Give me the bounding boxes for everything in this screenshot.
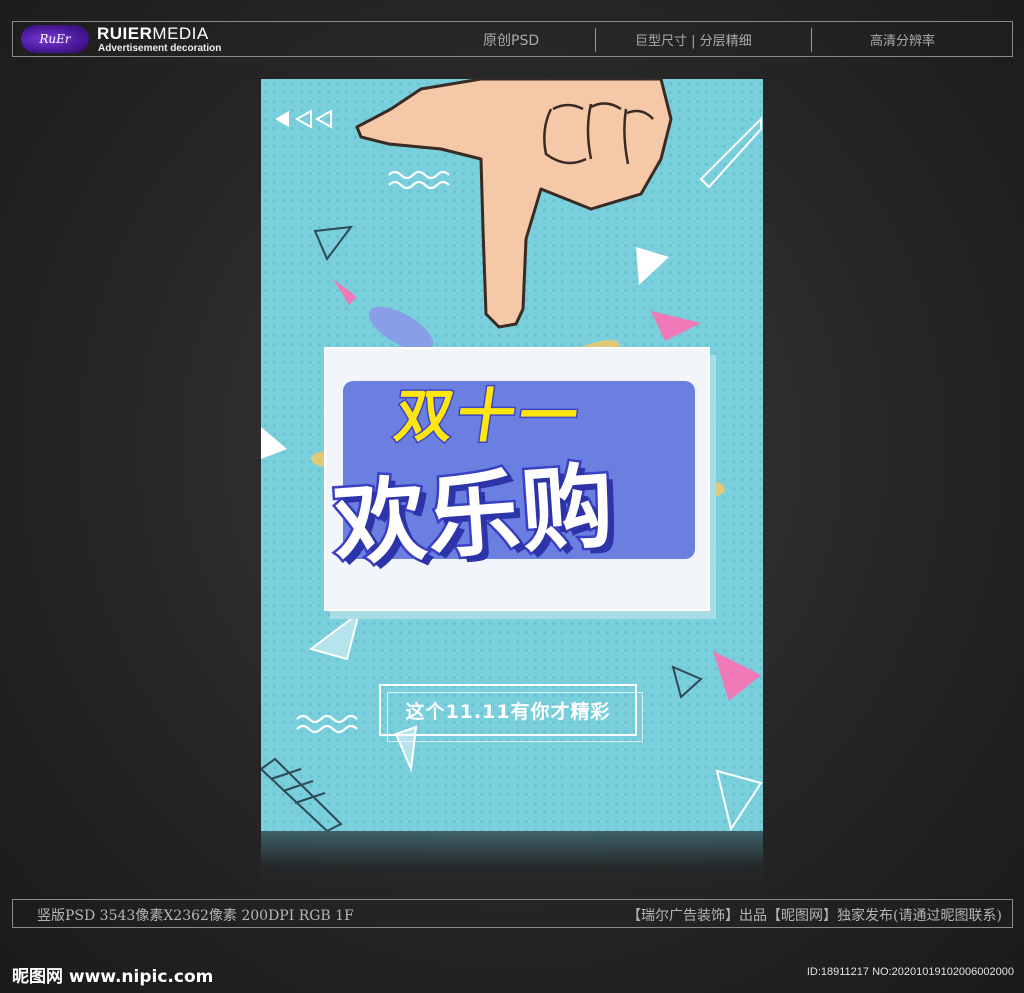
brand-subtitle: Advertisement decoration: [98, 43, 222, 54]
stripes-icon: [261, 757, 343, 831]
divider: [595, 28, 596, 52]
feature-size-layers: 巨型尺寸 | 分层精细: [635, 34, 752, 49]
feature-resolution: 高清分辨率: [870, 34, 936, 49]
pointing-hand-icon: [355, 79, 673, 329]
top-banner: RuEr RUIERMEDIA Advertisement decoration…: [12, 21, 1013, 57]
feature-original-psd: 原创PSD: [483, 33, 540, 49]
title-happy-shopping: 欢乐购: [328, 450, 622, 581]
site-watermark: 昵图网 www.nipic.com: [12, 967, 214, 987]
brand-name: RUIERMEDIA: [97, 24, 209, 44]
brand-logo: RuEr: [21, 25, 89, 53]
file-spec: 竖版PSD 3543像素X2362像素 200DPI RGB 1F: [37, 908, 354, 924]
slogan-box: 这个11.11有你才精彩: [379, 684, 643, 742]
brand-name-bold: RUIER: [97, 24, 153, 43]
slogan-text: 这个11.11有你才精彩: [405, 700, 611, 723]
poster: 双十一 欢乐购 这个11.11有你才精彩: [261, 79, 763, 831]
prism-icon: [699, 116, 762, 189]
brand-logo-text: RuEr: [39, 32, 71, 46]
brand-name-light: MEDIA: [152, 24, 209, 43]
bottom-banner: 竖版PSD 3543像素X2362像素 200DPI RGB 1F 【瑞尔广告装…: [12, 899, 1013, 928]
divider: [811, 28, 812, 52]
poster-reflection: [261, 831, 763, 891]
arrows-icon: [275, 109, 332, 129]
publisher-note: 【瑞尔广告装饰】出品【昵图网】独家发布(请通过昵图联系): [627, 908, 1002, 924]
image-id: ID:18911217 NO:20201019102006002000: [806, 966, 1014, 978]
